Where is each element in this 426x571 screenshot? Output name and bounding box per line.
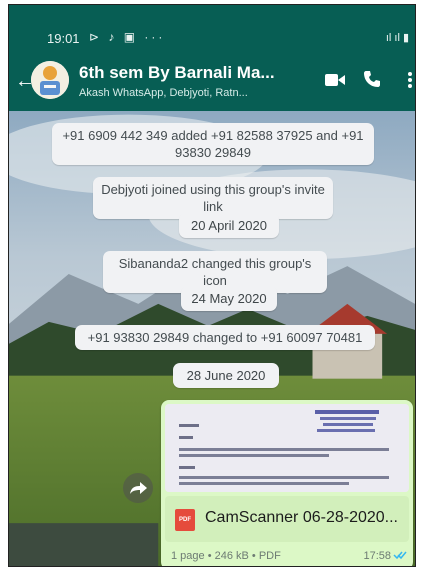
pdf-icon: PDF bbox=[175, 509, 195, 531]
group-avatar[interactable] bbox=[31, 61, 69, 99]
group-icon-image bbox=[31, 61, 69, 99]
more-options-icon[interactable] bbox=[407, 71, 413, 89]
forward-icon[interactable] bbox=[123, 473, 153, 503]
document-page-image bbox=[165, 404, 409, 492]
document-preview-thumbnail[interactable] bbox=[165, 404, 409, 492]
date-chip: 20 April 2020 bbox=[179, 213, 279, 238]
message-time: 17:58 bbox=[363, 550, 391, 562]
date-chip: 28 June 2020 bbox=[173, 363, 279, 388]
forward-arrow-icon bbox=[130, 482, 147, 494]
video-call-icon[interactable] bbox=[325, 73, 345, 87]
status-time: 19:01 bbox=[47, 31, 80, 46]
document-message[interactable]: PDF CamScanner 06-28-2020... 1 page • 24… bbox=[161, 400, 413, 566]
group-name[interactable]: 6th sem By Barnali Ma... bbox=[79, 63, 275, 83]
chat-screen: 19:01 ⊳ ♪ ▣ ··· ıl ıl ▮ ← 6th sem By Bar… bbox=[8, 4, 416, 567]
group-members[interactable]: Akash WhatsApp, Debjyoti, Ratn... bbox=[79, 87, 248, 99]
document-meta: 1 page • 246 kB • PDF bbox=[171, 550, 281, 562]
system-message-added: +91 6909 442 349 added +91 82588 37925 a… bbox=[52, 123, 374, 165]
system-message-number-changed: +91 93830 29849 changed to +91 60097 704… bbox=[75, 325, 375, 350]
voice-call-icon[interactable] bbox=[362, 69, 382, 89]
status-bar: 19:01 ⊳ ♪ ▣ ··· ıl ıl ▮ bbox=[9, 5, 415, 49]
date-chip: 24 May 2020 bbox=[181, 286, 277, 311]
read-ticks-icon bbox=[393, 551, 407, 560]
notification-icons: ⊳ ♪ ▣ ··· bbox=[89, 30, 166, 44]
signal-battery-icons: ıl ıl ▮ bbox=[385, 32, 409, 44]
document-name[interactable]: CamScanner 06-28-2020... bbox=[205, 509, 398, 527]
document-file-row[interactable]: PDF CamScanner 06-28-2020... bbox=[165, 496, 409, 542]
chat-header: ← 6th sem By Barnali Ma... Akash WhatsAp… bbox=[9, 49, 415, 111]
